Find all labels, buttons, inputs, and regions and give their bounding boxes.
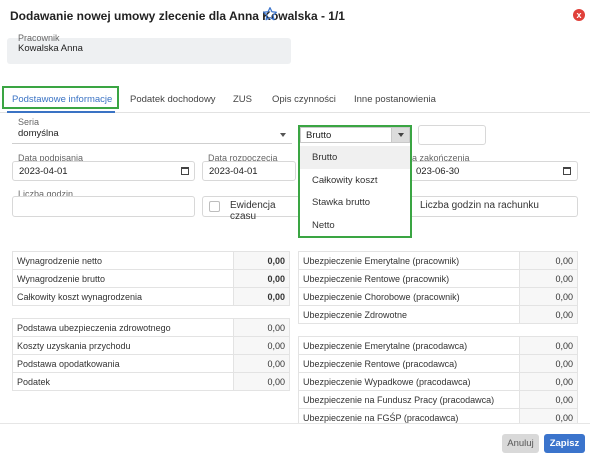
table-row: Ubezpieczenie Wypadkowe (pracodawca) 0,00 [298, 372, 578, 391]
start-date-input[interactable]: 2023-04-01 [202, 161, 296, 181]
dialog-body: Pracownik Kowalska Anna Podstawowe infor… [0, 31, 590, 423]
employee-insurance-table: Ubezpieczenie Emerytalne (pracownik) 0,00… [298, 251, 578, 324]
start-date-value: 2023-04-01 [209, 166, 258, 177]
seria-select[interactable]: domyślna [12, 126, 292, 144]
amount-type-options: Brutto Całkowity koszt Stawka brutto Net… [300, 146, 410, 236]
employee-label: Pracownik [18, 33, 60, 43]
hours-input[interactable] [12, 196, 195, 217]
row-value: 0,00 [519, 372, 578, 391]
active-tab-highlight [2, 86, 119, 109]
row-value: 0,00 [233, 336, 290, 355]
evidence-field[interactable]: Ewidencja czasu [202, 196, 298, 222]
row-label: Ubezpieczenie Rentowe (pracodawca) [298, 354, 520, 373]
save-button[interactable]: Zapisz [544, 434, 585, 453]
row-value: 0,00 [233, 287, 290, 306]
table-row: Podatek 0,00 [12, 372, 290, 391]
row-label: Ubezpieczenie na FGŚP (pracodawca) [298, 408, 520, 423]
tab-income-tax[interactable]: Podatek dochodowy [130, 94, 216, 105]
row-value: 0,00 [519, 251, 578, 270]
table-row: Ubezpieczenie na FGŚP (pracodawca) 0,00 [298, 408, 578, 423]
table-row: Podstawa ubezpieczenia zdrowotnego 0,00 [12, 318, 290, 337]
hours-invoice-label: Liczba godzin na rachunku [420, 200, 539, 211]
chevron-down-icon [280, 133, 286, 137]
active-tab-indicator [7, 111, 115, 113]
tab-zus[interactable]: ZUS [233, 94, 252, 105]
row-value: 0,00 [233, 251, 290, 270]
table-row: Wynagrodzenie netto 0,00 [12, 251, 290, 270]
row-label: Wynagrodzenie brutto [12, 269, 234, 288]
table-row: Ubezpieczenie Emerytalne (pracownik) 0,00 [298, 251, 578, 270]
row-label: Całkowity koszt wynagrodzenia [12, 287, 234, 306]
row-label: Wynagrodzenie netto [12, 251, 234, 270]
option-gross-rate[interactable]: Stawka brutto [300, 191, 410, 214]
dropdown-toggle-button[interactable] [391, 128, 409, 142]
tab-work-description[interactable]: Opis czynności [272, 94, 336, 105]
option-total-cost[interactable]: Całkowity koszt [300, 169, 410, 192]
dialog-footer: Anuluj Zapisz [0, 423, 590, 463]
row-label: Podatek [12, 372, 234, 391]
tab-other-provisions[interactable]: Inne postanowienia [354, 94, 436, 105]
end-date-input[interactable]: 023-06-30 [410, 161, 578, 181]
close-icon[interactable]: x [573, 9, 585, 21]
seria-value: domyślna [18, 128, 59, 139]
row-value: 0,00 [519, 336, 578, 355]
evidence-checkbox[interactable] [209, 201, 220, 212]
hours-invoice-field[interactable]: Liczba godzin na rachunku [410, 196, 578, 217]
table-row: Wynagrodzenie brutto 0,00 [12, 269, 290, 288]
row-label: Ubezpieczenie Emerytalne (pracownik) [298, 251, 520, 270]
row-value: 0,00 [519, 408, 578, 423]
end-date-value: 023-06-30 [416, 166, 460, 177]
row-label: Ubezpieczenie Zdrowotne [298, 305, 520, 324]
evidence-label: Ewidencja czasu [230, 200, 276, 222]
row-value: 0,00 [519, 287, 578, 306]
amount-type-selected: Brutto [306, 130, 332, 141]
table-row: Koszty uzyskania przychodu 0,00 [12, 336, 290, 355]
calendar-icon[interactable] [563, 167, 571, 175]
row-label: Koszty uzyskania przychodu [12, 336, 234, 355]
table-row: Ubezpieczenie na Fundusz Pracy (pracodaw… [298, 390, 578, 409]
dialog-header: Dodawanie nowej umowy zlecenie dla Anna … [0, 0, 590, 31]
calendar-icon[interactable] [181, 167, 189, 175]
signing-date-input[interactable]: 2023-04-01 [12, 161, 195, 181]
row-label: Ubezpieczenie na Fundusz Pracy (pracodaw… [298, 390, 520, 409]
employer-insurance-table: Ubezpieczenie Emerytalne (pracodawca) 0,0… [298, 336, 578, 423]
chevron-down-icon [398, 133, 404, 137]
table-row: Ubezpieczenie Zdrowotne 0,00 [298, 305, 578, 324]
option-brutto[interactable]: Brutto [300, 146, 410, 169]
amount-input[interactable] [418, 125, 486, 145]
employee-value: Kowalska Anna [18, 43, 83, 54]
row-value: 0,00 [519, 305, 578, 324]
row-value: 0,00 [233, 354, 290, 373]
summary-table: Wynagrodzenie netto 0,00 Wynagrodzenie br… [12, 251, 290, 306]
row-value: 0,00 [233, 372, 290, 391]
cancel-button[interactable]: Anuluj [502, 434, 539, 453]
dialog-title: Dodawanie nowej umowy zlecenie dla Anna … [10, 9, 345, 23]
table-row: Ubezpieczenie Emerytalne (pracodawca) 0,0… [298, 336, 578, 355]
row-label: Ubezpieczenie Rentowe (pracownik) [298, 269, 520, 288]
row-value: 0,00 [519, 269, 578, 288]
row-label: Podstawa ubezpieczenia zdrowotnego [12, 318, 234, 337]
table-row: Ubezpieczenie Rentowe (pracodawca) 0,00 [298, 354, 578, 373]
table-row: Podstawa opodatkowania 0,00 [12, 354, 290, 373]
table-row: Ubezpieczenie Rentowe (pracownik) 0,00 [298, 269, 578, 288]
amount-type-select[interactable]: Brutto [300, 127, 410, 143]
row-value: 0,00 [519, 390, 578, 409]
signing-date-value: 2023-04-01 [19, 166, 68, 177]
row-label: Ubezpieczenie Emerytalne (pracodawca) [298, 336, 520, 355]
option-netto[interactable]: Netto [300, 214, 410, 237]
favorite-star-icon[interactable] [262, 6, 278, 22]
row-value: 0,00 [233, 269, 290, 288]
table-row: Całkowity koszt wynagrodzenia 0,00 [12, 287, 290, 306]
row-label: Podstawa opodatkowania [12, 354, 234, 373]
row-value: 0,00 [519, 354, 578, 373]
row-label: Ubezpieczenie Chorobowe (pracownik) [298, 287, 520, 306]
details-table: Podstawa ubezpieczenia zdrowotnego 0,00 K… [12, 318, 290, 391]
row-label: Ubezpieczenie Wypadkowe (pracodawca) [298, 372, 520, 391]
table-row: Ubezpieczenie Chorobowe (pracownik) 0,00 [298, 287, 578, 306]
row-value: 0,00 [233, 318, 290, 337]
